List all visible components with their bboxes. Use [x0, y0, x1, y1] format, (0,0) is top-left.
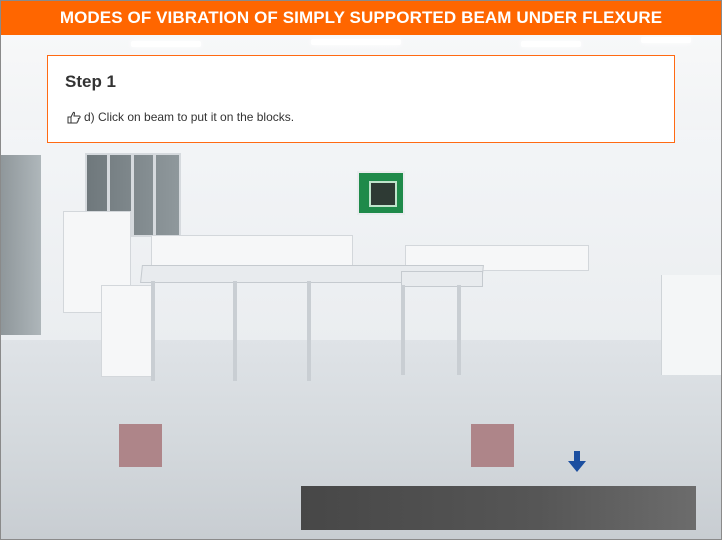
ceiling-light	[311, 39, 401, 45]
ceiling-light	[521, 41, 581, 47]
beam[interactable]	[301, 486, 696, 530]
page-title: MODES OF VIBRATION OF SIMPLY SUPPORTED B…	[1, 1, 721, 35]
window-divider	[153, 155, 156, 235]
bench-leg	[151, 281, 155, 381]
step-title: Step 1	[65, 72, 117, 91]
lab-bench-extension	[401, 271, 483, 287]
instruction-row: d) Click on beam to put it on the blocks…	[67, 110, 294, 124]
hand-pointing-icon	[67, 111, 81, 124]
support-block-left	[119, 424, 162, 467]
ceiling-light	[131, 41, 201, 47]
simulation-window: MODES OF VIBRATION OF SIMPLY SUPPORTED B…	[0, 0, 722, 540]
step-panel: Step 1 d) Click on beam to put it on the…	[47, 55, 675, 143]
safety-sign	[357, 171, 405, 215]
right-workbench	[661, 275, 721, 375]
glass-door	[1, 155, 41, 335]
window-divider	[131, 155, 134, 235]
instruction-text: d) Click on beam to put it on the blocks…	[84, 110, 295, 124]
bench-leg	[307, 281, 311, 381]
safety-sign-symbol	[369, 181, 397, 207]
support-block-right	[471, 424, 514, 467]
ceiling-light	[641, 37, 691, 43]
bench-leg	[233, 281, 237, 381]
arrow-down-icon	[564, 449, 590, 475]
bench-leg	[401, 285, 405, 375]
mobile-cabinet	[101, 285, 153, 377]
bench-leg	[457, 285, 461, 375]
